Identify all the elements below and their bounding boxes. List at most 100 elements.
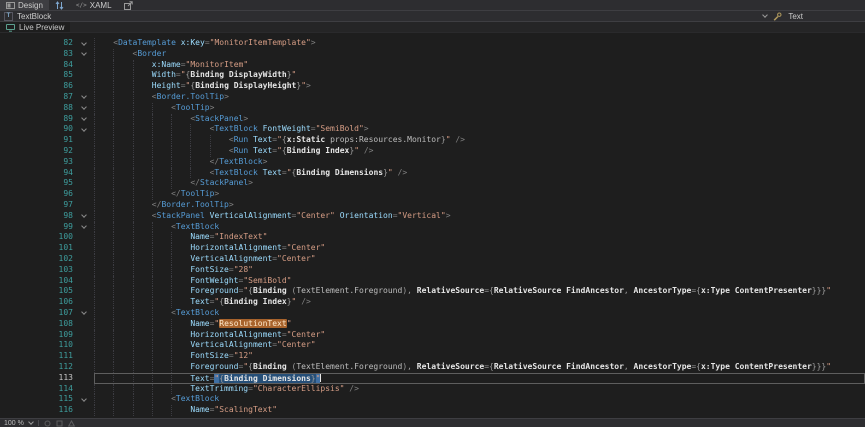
code-line[interactable]: 109 HorizontalAlignment="Center" (0, 330, 865, 341)
code-line[interactable]: 103 FontSize="28" (0, 265, 865, 276)
line-number: 108 (0, 319, 76, 330)
textblock-icon: T (4, 12, 13, 21)
code-line[interactable]: 100 Name="IndexText" (0, 232, 865, 243)
xaml-tab[interactable]: </> XAML (70, 0, 118, 10)
code-line[interactable]: 94 <TextBlock Text="{Binding Dimensions}… (0, 168, 865, 179)
code-text: Width="{Binding DisplayWidth}" (94, 70, 865, 81)
fold-chevron-icon[interactable] (76, 222, 94, 233)
code-line[interactable]: 102 VerticalAlignment="Center" (0, 254, 865, 265)
code-line[interactable]: 95 </StackPanel> (0, 178, 865, 189)
code-line[interactable]: 107 <TextBlock (0, 308, 865, 319)
popout-button[interactable] (118, 0, 139, 10)
xaml-view-icon: </> (76, 2, 87, 9)
line-number: 85 (0, 70, 76, 81)
fold-spacer (76, 297, 94, 308)
code-text: FontSize="12" (94, 351, 865, 362)
code-text: HorizontalAlignment="Center" (94, 243, 865, 254)
code-line[interactable]: 89 <StackPanel> (0, 114, 865, 125)
fold-spacer (76, 330, 94, 341)
line-number: 111 (0, 351, 76, 362)
code-line[interactable]: 110 VerticalAlignment="Center" (0, 340, 865, 351)
code-line[interactable]: 86 Height="{Binding DisplayHeight}"> (0, 81, 865, 92)
breadcrumb-item-textblock[interactable]: T TextBlock (0, 12, 55, 21)
chevron-down-icon[interactable] (762, 12, 768, 18)
fold-chevron-icon[interactable] (76, 38, 94, 49)
live-preview-label: Live Preview (19, 23, 64, 32)
zoom-level[interactable]: 100 % (4, 420, 24, 427)
status-icon[interactable] (56, 420, 63, 427)
design-tab-label: Design (18, 1, 43, 10)
code-text: Text="{Binding Dimensions}" (94, 373, 865, 384)
code-line[interactable]: 99 <TextBlock (0, 222, 865, 233)
fold-chevron-icon[interactable] (76, 211, 94, 222)
code-line[interactable]: 91 <Run Text="{x:Static props:Resources.… (0, 135, 865, 146)
fold-chevron-icon[interactable] (76, 394, 94, 405)
code-text: FontSize="28" (94, 265, 865, 276)
code-line[interactable]: 114 TextTrimming="CharacterEllipsis" /> (0, 384, 865, 395)
code-line[interactable]: 116 Name="ScalingText" (0, 405, 865, 416)
code-line[interactable]: 104 FontWeight="SemiBold" (0, 276, 865, 287)
status-icon[interactable] (68, 420, 75, 427)
swap-panes-button[interactable] (49, 0, 70, 10)
fold-chevron-icon[interactable] (76, 49, 94, 60)
property-search-label[interactable]: Text (788, 12, 803, 21)
code-text: </ToolTip> (94, 189, 865, 200)
fold-chevron-icon[interactable] (76, 114, 94, 125)
wrench-icon[interactable] (773, 12, 782, 21)
code-text: Name="IndexText" (94, 232, 865, 243)
fold-chevron-icon[interactable] (76, 103, 94, 114)
code-text: <TextBlock (94, 308, 865, 319)
code-line[interactable]: 83 <Border (0, 49, 865, 60)
code-line[interactable]: 87 <Border.ToolTip> (0, 92, 865, 103)
line-number: 100 (0, 232, 76, 243)
fold-chevron-icon[interactable] (76, 124, 94, 135)
code-text: <TextBlock FontWeight="SemiBold"> (94, 124, 865, 135)
code-text: <DataTemplate x:Key="MonitorItemTemplate… (94, 38, 865, 49)
code-line[interactable]: 108 Name="ResolutionText" (0, 319, 865, 330)
code-line[interactable]: 113 Text="{Binding Dimensions}" (0, 373, 865, 384)
line-number: 99 (0, 222, 76, 233)
code-line[interactable]: 90 <TextBlock FontWeight="SemiBold"> (0, 124, 865, 135)
fold-spacer (76, 146, 94, 157)
code-text: Height="{Binding DisplayHeight}"> (94, 81, 865, 92)
chevron-down-icon[interactable] (28, 419, 34, 425)
code-line[interactable]: 106 Text="{Binding Index}" /> (0, 297, 865, 308)
code-line[interactable]: 88 <ToolTip> (0, 103, 865, 114)
fold-spacer (76, 340, 94, 351)
line-number: 93 (0, 157, 76, 168)
line-number: 110 (0, 340, 76, 351)
code-line[interactable]: 84 x:Name="MonitorItem" (0, 60, 865, 71)
code-line[interactable]: 101 HorizontalAlignment="Center" (0, 243, 865, 254)
code-line[interactable]: 115 <TextBlock (0, 394, 865, 405)
code-line[interactable]: 82 <DataTemplate x:Key="MonitorItemTempl… (0, 38, 865, 49)
code-line[interactable]: 92 <Run Text="{Binding Index}" /> (0, 146, 865, 157)
fold-chevron-icon[interactable] (76, 308, 94, 319)
tab-live-preview[interactable]: Live Preview (0, 22, 70, 32)
code-line[interactable]: 98 <StackPanel VerticalAlignment="Center… (0, 211, 865, 222)
line-number: 83 (0, 49, 76, 60)
line-number: 97 (0, 200, 76, 211)
code-line[interactable]: 97 </Border.ToolTip> (0, 200, 865, 211)
line-number: 105 (0, 286, 76, 297)
code-line[interactable]: 111 FontSize="12" (0, 351, 865, 362)
code-line[interactable]: 105 Foreground="{Binding (TextElement.Fo… (0, 286, 865, 297)
code-text: x:Name="MonitorItem" (94, 60, 865, 71)
design-tab[interactable]: Design (0, 0, 49, 10)
fold-spacer (76, 243, 94, 254)
code-line[interactable]: 93 </TextBlock> (0, 157, 865, 168)
fold-spacer (76, 319, 94, 330)
fold-spacer (76, 254, 94, 265)
code-line[interactable]: 96 </ToolTip> (0, 189, 865, 200)
fold-spacer (76, 265, 94, 276)
status-icon[interactable] (44, 420, 51, 427)
code-line[interactable]: 112 Foreground="{Binding (TextElement.Fo… (0, 362, 865, 373)
line-number: 90 (0, 124, 76, 135)
code-text: </Border.ToolTip> (94, 200, 865, 211)
line-number: 112 (0, 362, 76, 373)
line-number: 101 (0, 243, 76, 254)
code-line[interactable]: 85 Width="{Binding DisplayWidth}" (0, 70, 865, 81)
fold-chevron-icon[interactable] (76, 92, 94, 103)
live-preview-icon (6, 23, 15, 32)
line-number: 96 (0, 189, 76, 200)
code-editor[interactable]: 82 <DataTemplate x:Key="MonitorItemTempl… (0, 33, 865, 418)
